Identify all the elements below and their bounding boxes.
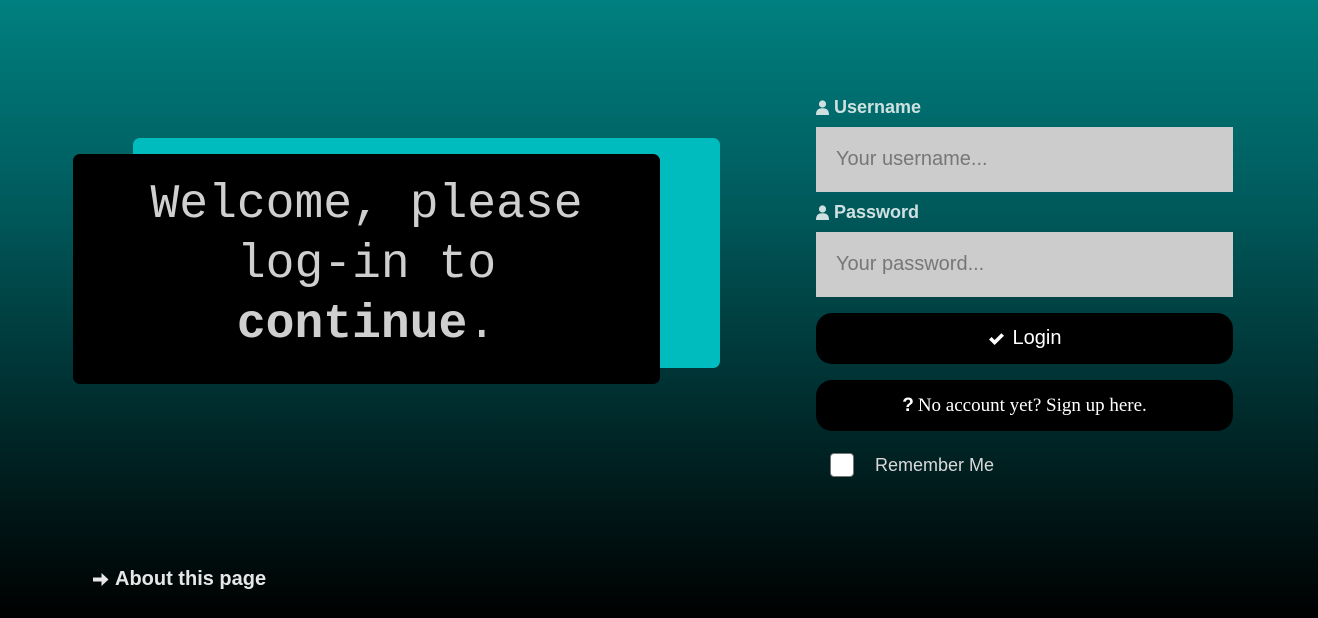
welcome-message: Welcome, please log-in to continue. [107,175,627,355]
signup-button[interactable]: ? No account yet? Sign up here. [816,380,1233,431]
remember-me-label[interactable]: Remember Me [875,455,994,476]
welcome-panel: Welcome, please log-in to continue. [73,154,660,384]
password-label: Password [816,201,1233,223]
remember-me-checkbox[interactable] [830,453,854,477]
check-icon [988,332,1004,345]
username-label-text: Username [834,96,922,117]
arrow-right-icon [93,573,109,586]
question-icon: ? [902,394,914,416]
password-label-text: Password [834,201,920,222]
welcome-line-2: log-in to [236,238,497,292]
username-input[interactable] [816,127,1233,192]
welcome-line-1: Welcome, please [150,178,583,232]
password-input[interactable] [816,232,1233,297]
user-icon [816,99,829,115]
welcome-line-3: continue [236,298,468,352]
signup-button-label: No account yet? Sign up here. [917,394,1147,416]
welcome-punctuation: . [467,298,497,352]
about-link[interactable]: About this page [92,568,266,591]
login-form: Username Password Login ? No account yet… [816,96,1233,477]
login-button[interactable]: Login [816,313,1233,364]
about-link-label: About this page [115,568,267,590]
username-label: Username [816,96,1233,118]
remember-me-row: Remember Me [830,453,1233,477]
user-icon [816,204,829,220]
login-button-label: Login [1012,327,1062,349]
